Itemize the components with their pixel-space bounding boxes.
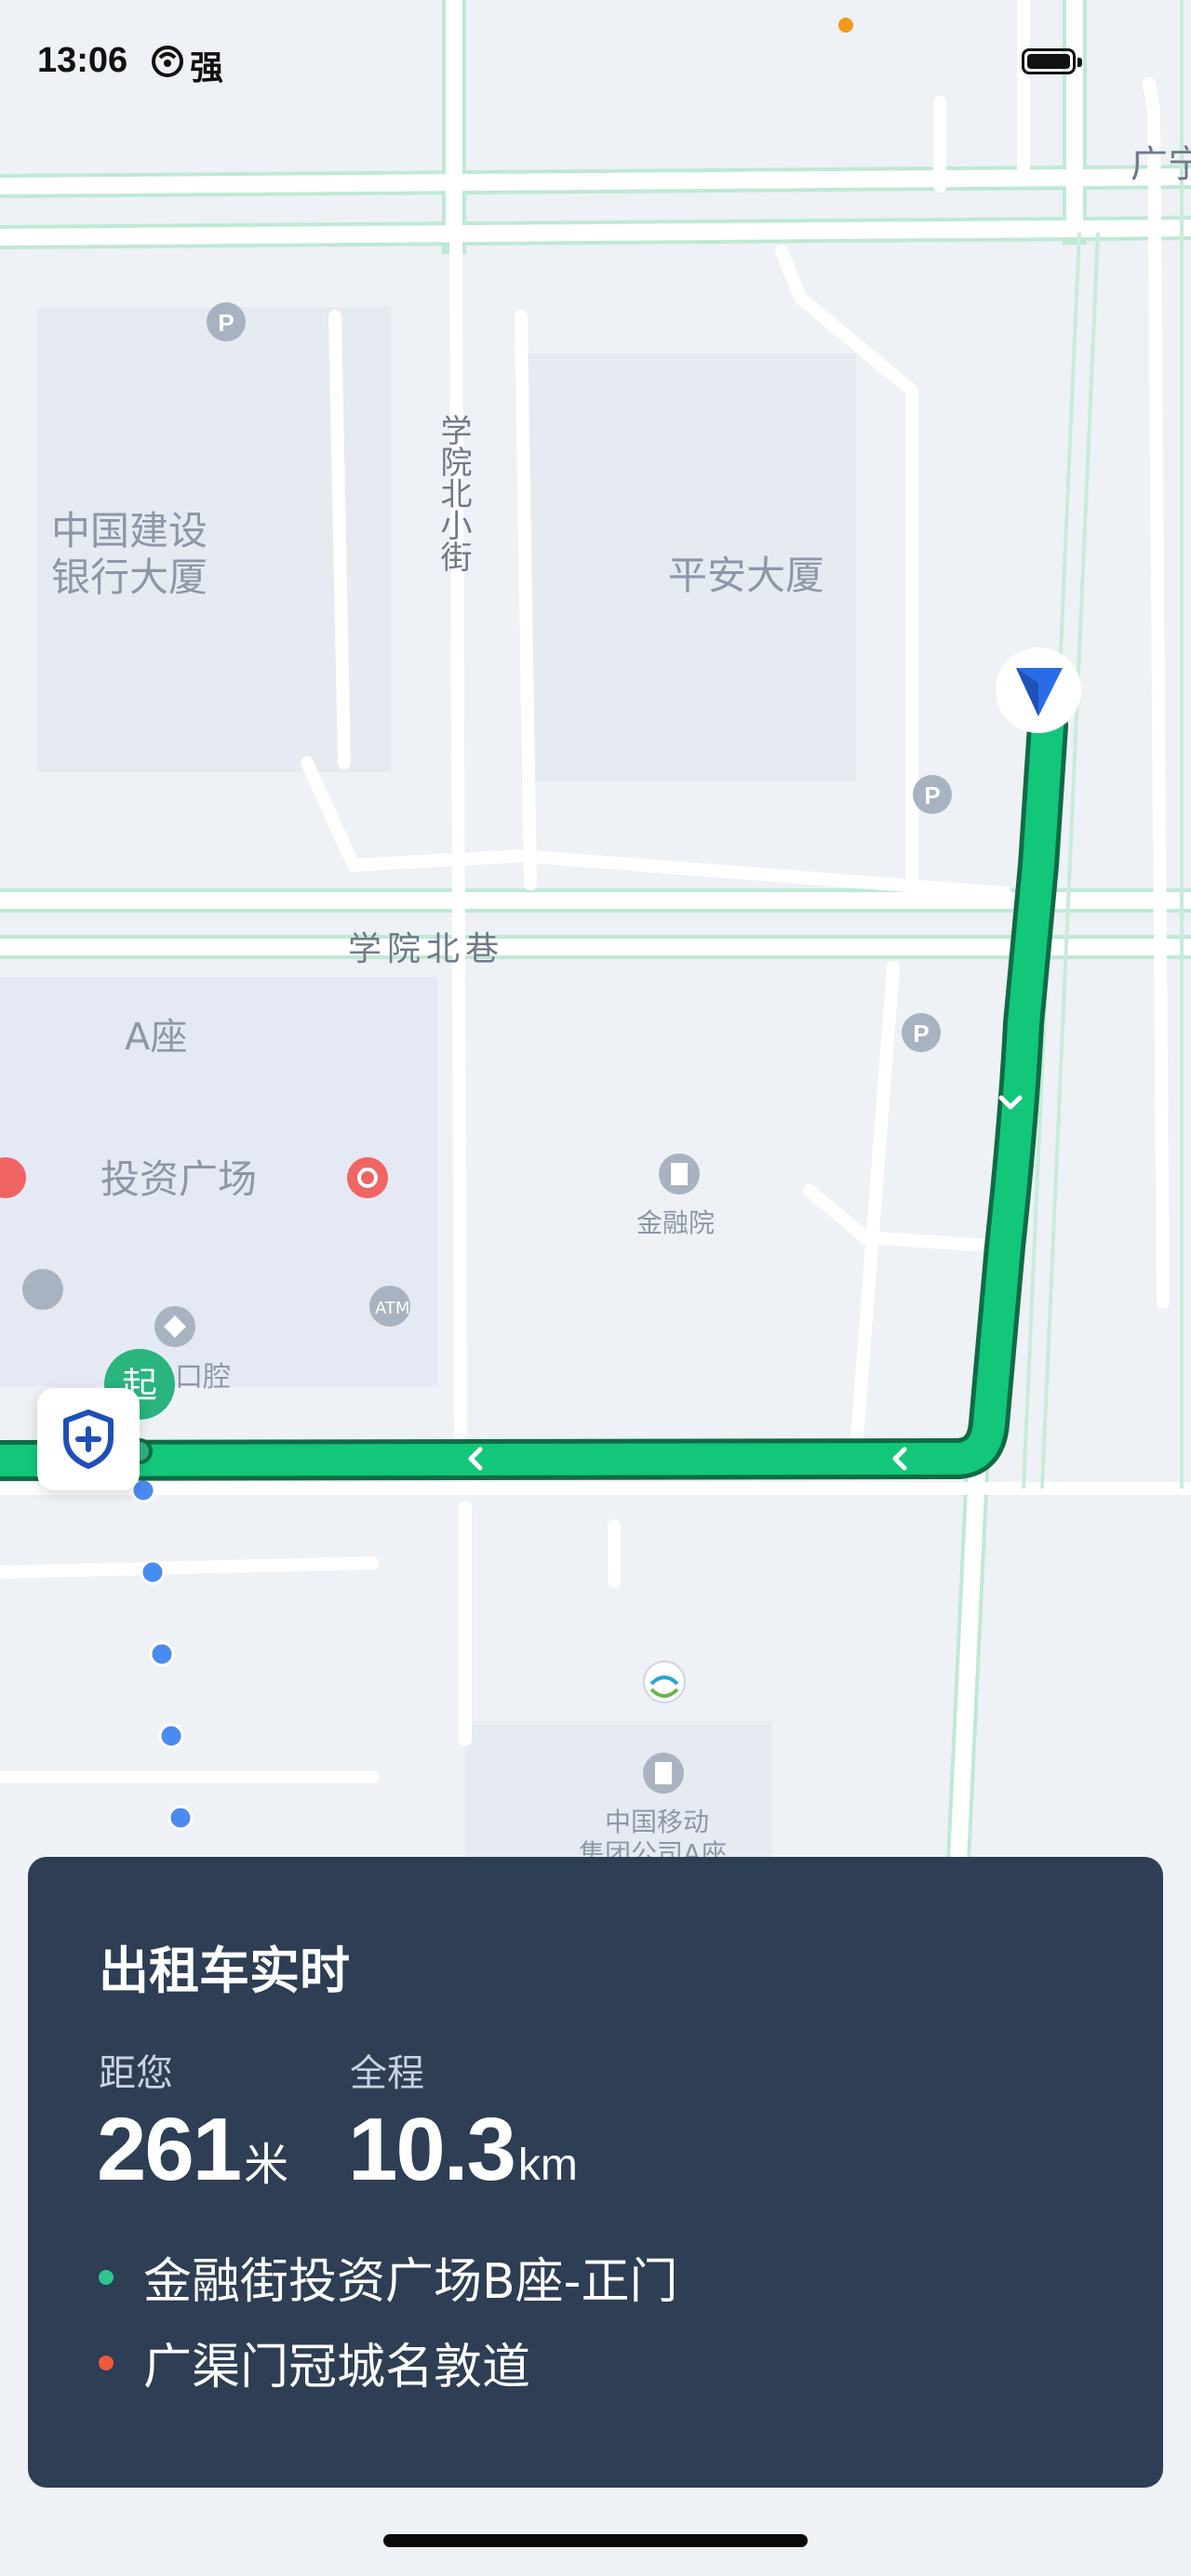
china-mobile-icon: [643, 1661, 686, 1703]
map-label-china-mobile-1: 中国移动: [605, 1807, 709, 1837]
safety-shield-button[interactable]: [37, 1388, 140, 1490]
map-label-ccb-1: 中国建设: [51, 508, 207, 554]
map-label-dental: 口腔: [175, 1361, 231, 1394]
distance-value: 261: [97, 2100, 242, 2199]
distance-value-group: 261米: [97, 2099, 288, 2201]
map-label-atm: ATM: [375, 1299, 409, 1318]
map-label-investment-plaza: 投资广场: [100, 1156, 257, 1202]
distance-label: 距您: [99, 2052, 173, 2095]
shield-plus-icon: [63, 1409, 114, 1469]
navigation-arrow-icon: [996, 647, 1081, 733]
destination-stop: 广渠门冠城名敦道: [99, 2328, 530, 2397]
distance-unit: 米: [244, 2141, 289, 2190]
destination-text: 广渠门冠城名敦道: [143, 2340, 531, 2396]
battery-icon: [1022, 48, 1082, 74]
total-value-group: 10.3km: [348, 2099, 578, 2201]
map-label-tower-a: A座: [125, 1016, 187, 1059]
destination-dot-icon: [99, 2355, 114, 2370]
total-label: 全程: [350, 2052, 424, 2095]
total-value: 10.3: [348, 2100, 516, 2199]
status-carrier: 强: [190, 49, 224, 87]
map-label-financial-institute: 金融院: [636, 1208, 715, 1238]
signal-icon: [152, 46, 183, 77]
map-label-ccb-2: 银行大厦: [51, 554, 207, 600]
dental-icon: [154, 1306, 195, 1347]
card-title: 出租车实时: [99, 1942, 350, 2000]
home-indicator[interactable]: [383, 2534, 808, 2547]
status-bar: 13:06 强: [0, 0, 1191, 130]
svg-text:P: P: [924, 781, 940, 809]
map-label-guang: 广宁: [1131, 143, 1191, 186]
origin-stop: 金融街投资广场B座-正门: [99, 2242, 677, 2312]
taxi-info-card[interactable]: 出租车实时 距您 261米 全程 10.3km 金融街投资广场B座-正门 广渠门…: [28, 1857, 1163, 2488]
restaurant-icon: [22, 1269, 63, 1310]
svg-text:P: P: [913, 1020, 929, 1048]
origin-text: 金融街投资广场B座-正门: [143, 2254, 678, 2310]
total-unit: km: [517, 2141, 578, 2190]
status-time: 13:06: [37, 41, 128, 80]
screen: P P P 中国建设 银行大厦 平安大厦 A座 投资广场 金融院 口腔 中国移动…: [0, 0, 1191, 2576]
recording-indicator: [838, 18, 853, 33]
origin-dot-icon: [99, 2269, 114, 2285]
map-label-xueyuan-lane: 学院北巷: [348, 930, 504, 968]
map-label-xueyuan-street: 学院北小街: [435, 414, 472, 572]
svg-text:P: P: [218, 309, 234, 337]
map-label-pingan: 平安大厦: [668, 553, 824, 598]
